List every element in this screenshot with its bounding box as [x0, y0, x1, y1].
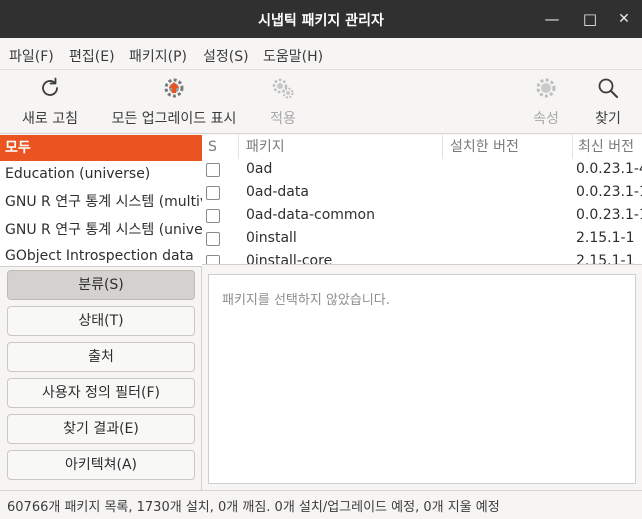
reload-label: 새로 고침 [22, 111, 78, 127]
package-name: 0ad [246, 161, 273, 177]
properties-label: 속성 [533, 111, 559, 127]
column-header-installed-version[interactable]: 설치한 버전 [450, 135, 519, 159]
search-icon [598, 78, 618, 98]
package-name: 0install [246, 230, 297, 246]
package-name: 0ad-data-common [246, 207, 375, 223]
menu-file[interactable]: 파일(F) [9, 46, 54, 66]
package-latest-version: 0.0.23.1-4 [576, 161, 642, 177]
status-bar: 60766개 패키지 목록, 1730개 설치, 0개 깨짐. 0개 설치/업그… [0, 490, 642, 519]
package-checkbox[interactable] [206, 209, 220, 223]
table-row[interactable]: 0install 2.15.1-1 [202, 228, 642, 251]
reload-button[interactable]: 새로 고침 [16, 70, 84, 134]
search-button[interactable]: 찾기 [586, 70, 630, 134]
filter-custom-button[interactable]: 사용자 정의 필터(F) [7, 378, 195, 408]
filter-origin-button[interactable]: 출처 [7, 342, 195, 372]
status-text: 60766개 패키지 목록, 1730개 설치, 0개 깨짐. 0개 설치/업그… [7, 500, 500, 515]
toolbar: 새로 고침 모든 업그레이드 표시 적용 속성 찾기 [0, 70, 642, 134]
category-item[interactable]: GNU R 연구 통계 시스템 (universe) [0, 217, 202, 243]
category-item-all[interactable]: 모두 [0, 135, 202, 161]
properties-button[interactable]: 속성 [524, 70, 568, 134]
menu-package[interactable]: 패키지(P) [129, 46, 187, 66]
package-latest-version: 0.0.23.1-1 [576, 207, 642, 223]
table-row[interactable]: 0ad-data-common 0.0.23.1-1 [202, 205, 642, 228]
column-divider [238, 135, 239, 159]
gear-icon [536, 78, 556, 98]
gear-upgrade-icon [164, 78, 184, 98]
category-list: 모두 Education (universe) GNU R 연구 통계 시스템 … [0, 135, 202, 267]
column-divider [442, 135, 443, 159]
package-name: 0ad-data [246, 184, 309, 200]
close-icon[interactable]: ✕ [614, 9, 634, 29]
no-package-selected-message: 패키지를 선택하지 않았습니다. [222, 293, 390, 308]
table-row[interactable]: 0ad 0.0.23.1-4 [202, 159, 642, 182]
column-header-status[interactable]: S [208, 135, 217, 159]
gears-icon [272, 78, 294, 99]
category-item[interactable]: GObject Introspection data [0, 243, 202, 266]
filter-status-button[interactable]: 상태(T) [7, 306, 195, 336]
title-bar: 시냅틱 패키지 관리자 — □ ✕ [0, 0, 642, 38]
package-latest-version: 2.15.1-1 [576, 230, 635, 246]
table-row[interactable]: 0install-core 2.15.1-1 [202, 251, 642, 265]
category-item[interactable]: Education (universe) [0, 161, 202, 187]
column-divider [572, 135, 573, 159]
apply-button[interactable]: 적용 [258, 70, 308, 134]
column-header-latest-version[interactable]: 최신 버전 [578, 135, 634, 159]
menu-help[interactable]: 도움말(H) [263, 46, 323, 66]
package-latest-version: 0.0.23.1-1 [576, 184, 642, 200]
filter-search-results-button[interactable]: 찾기 결과(E) [7, 414, 195, 444]
apply-label: 적용 [270, 111, 296, 127]
menu-settings[interactable]: 설정(S) [203, 46, 249, 66]
column-header-package[interactable]: 패키지 [246, 135, 285, 159]
filter-pane: 모두 Education (universe) GNU R 연구 통계 시스템 … [0, 135, 202, 490]
package-checkbox[interactable] [206, 163, 220, 177]
package-latest-version: 2.15.1-1 [576, 253, 635, 265]
menu-edit[interactable]: 편집(E) [69, 46, 115, 66]
package-checkbox[interactable] [206, 255, 220, 264]
menu-bar: 파일(F) 편집(E) 패키지(P) 설정(S) 도움말(H) [0, 38, 642, 70]
table-row[interactable]: 0ad-data 0.0.23.1-1 [202, 182, 642, 205]
minimize-icon[interactable]: — [542, 9, 562, 29]
reload-icon [42, 77, 58, 96]
category-item[interactable]: GNU R 연구 통계 시스템 (multiverse) [0, 189, 202, 215]
filter-sections-button[interactable]: 분류(S) [7, 270, 195, 300]
mark-all-upgrades-button[interactable]: 모든 업그레이드 표시 [104, 70, 244, 134]
package-description-panel: 패키지를 선택하지 않았습니다. [208, 274, 636, 484]
package-list: S 패키지 설치한 버전 최신 버전 0ad 0.0.23.1-4 0ad-da… [202, 135, 642, 265]
search-label: 찾기 [595, 111, 621, 127]
filter-architecture-button[interactable]: 아키텍쳐(A) [7, 450, 195, 480]
package-name: 0install-core [246, 253, 333, 265]
package-checkbox[interactable] [206, 232, 220, 246]
mark-all-upgrades-label: 모든 업그레이드 표시 [111, 111, 237, 127]
maximize-icon[interactable]: □ [580, 9, 600, 29]
package-checkbox[interactable] [206, 186, 220, 200]
